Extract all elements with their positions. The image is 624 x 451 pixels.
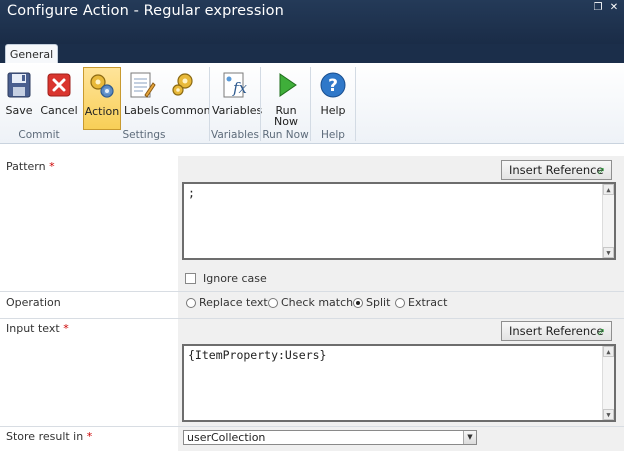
title-bar: Configure Action - Regular expression ❐ …	[0, 0, 624, 44]
scroll-up-icon[interactable]: ▲	[603, 184, 614, 195]
labels-label: Labels	[124, 104, 160, 117]
labels-notepad-icon	[125, 69, 157, 101]
replace-text-label: Replace text	[199, 296, 268, 309]
ribbon: Save Cancel Action Labels Common fx Vari…	[0, 63, 624, 144]
extract-label: Extract	[408, 296, 448, 309]
scroll-up-icon[interactable]: ▲	[603, 346, 614, 357]
variables-label: Variables	[212, 104, 263, 117]
input-text-scrollbar[interactable]: ▲ ▼	[602, 346, 614, 420]
extract-radio[interactable]	[395, 298, 405, 308]
save-button[interactable]: Save	[2, 67, 36, 125]
tab-general[interactable]: General	[5, 44, 58, 64]
input-insert-reference-button[interactable]: Insert Reference ⇗	[501, 321, 612, 341]
svg-text:?: ?	[328, 76, 338, 96]
gears-icon	[86, 70, 118, 102]
check-match-radio[interactable]	[268, 298, 278, 308]
split-label: Split	[366, 296, 391, 309]
store-result-label: Store result in *	[6, 430, 93, 443]
help-question-icon: ?	[317, 69, 349, 101]
insert-arrow-icon: ⇗	[596, 327, 605, 338]
group-label-settings: Settings	[122, 129, 166, 141]
variables-button[interactable]: fx Variables	[212, 67, 263, 125]
ignore-case-label: Ignore case	[203, 272, 267, 285]
gear-icon	[167, 69, 199, 101]
group-label-commit: Commit	[18, 129, 60, 141]
configure-form: Pattern * Insert Reference ⇗ ; ▲ ▼ Ignor…	[0, 156, 624, 451]
run-now-label-line2: Now	[274, 115, 298, 128]
ignore-case-checkbox[interactable]	[185, 273, 196, 284]
pattern-textarea[interactable]: ; ▲ ▼	[182, 182, 616, 260]
scroll-down-icon[interactable]: ▼	[603, 247, 614, 258]
ribbon-tab-strip: General	[0, 44, 624, 64]
cancel-button[interactable]: Cancel	[40, 67, 78, 125]
replace-text-radio[interactable]	[186, 298, 196, 308]
help-button[interactable]: ? Help	[315, 67, 351, 125]
labels-button[interactable]: Labels	[124, 67, 160, 125]
group-label-help: Help	[321, 129, 345, 141]
input-text-label: Input text *	[6, 322, 69, 335]
pattern-insert-reference-button[interactable]: Insert Reference ⇗	[501, 160, 612, 180]
window-title: Configure Action - Regular expression	[7, 3, 284, 19]
group-label-run-now: Run Now	[262, 129, 309, 141]
play-icon	[270, 69, 302, 101]
run-now-button[interactable]: Run Now	[265, 67, 307, 128]
red-x-icon	[43, 69, 75, 101]
common-label: Common	[161, 104, 211, 117]
svg-text:fx: fx	[232, 79, 248, 97]
pattern-label: Pattern *	[6, 160, 55, 173]
scroll-down-icon[interactable]: ▼	[603, 409, 614, 420]
cancel-label: Cancel	[40, 104, 78, 117]
floppy-disk-icon	[3, 69, 35, 101]
group-label-variables: Variables	[211, 129, 259, 141]
fx-variables-icon: fx	[219, 69, 251, 101]
group-separator	[355, 67, 356, 141]
chevron-down-icon[interactable]: ▼	[463, 431, 476, 444]
restore-icon[interactable]: ❐	[592, 2, 604, 14]
split-radio[interactable]	[353, 298, 363, 308]
store-result-select[interactable]: userCollection ▼	[183, 430, 477, 445]
pattern-scrollbar[interactable]: ▲ ▼	[602, 184, 614, 258]
save-label: Save	[5, 104, 33, 117]
operation-label: Operation	[6, 296, 61, 309]
input-text-textarea[interactable]: {ItemProperty:Users} ▲ ▼	[182, 344, 616, 422]
close-icon[interactable]: ✕	[608, 2, 620, 14]
action-button[interactable]: Action	[83, 67, 121, 130]
common-button[interactable]: Common	[161, 67, 211, 125]
insert-arrow-icon: ⇗	[596, 166, 605, 177]
action-label: Action	[84, 105, 120, 118]
help-label: Help	[320, 104, 346, 117]
check-match-label: Check match	[281, 296, 354, 309]
